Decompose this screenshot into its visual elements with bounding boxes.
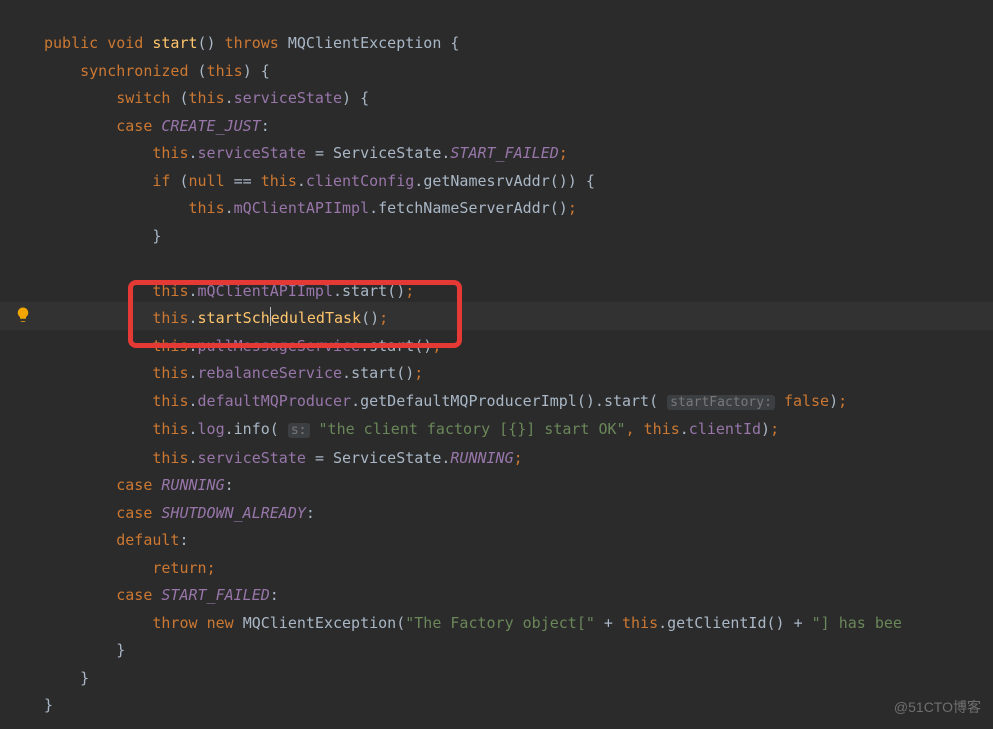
inlay-hint: startFactory: xyxy=(667,395,775,410)
code-line: public void start() throws MQClientExcep… xyxy=(44,30,993,58)
code-line: this.defaultMQProducer.getDefaultMQProdu… xyxy=(44,388,993,417)
code-line xyxy=(44,250,993,278)
code-line: return; xyxy=(44,555,993,583)
code-line: case RUNNING: xyxy=(44,472,993,500)
code-line: synchronized (this) { xyxy=(44,58,993,86)
code-line: throw new MQClientException("The Factory… xyxy=(44,610,993,638)
code-line: this.mQClientAPIImpl.start(); xyxy=(44,278,993,306)
code-line: this.rebalanceService.start(); xyxy=(44,360,993,388)
code-line: this.serviceState = ServiceState.START_F… xyxy=(44,140,993,168)
code-line: this.startScheduledTask(); xyxy=(44,305,993,333)
code-line: } xyxy=(44,637,993,665)
code-line: case START_FAILED: xyxy=(44,582,993,610)
intention-bulb-icon[interactable] xyxy=(14,306,32,324)
inlay-hint: s: xyxy=(288,423,310,438)
code-line: this.log.info( s: "the client factory [{… xyxy=(44,416,993,445)
code-line: case SHUTDOWN_ALREADY: xyxy=(44,500,993,528)
code-line: this.mQClientAPIImpl.fetchNameServerAddr… xyxy=(44,195,993,223)
code-editor[interactable]: public void start() throws MQClientExcep… xyxy=(0,30,993,720)
code-line: default: xyxy=(44,527,993,555)
code-line: this.pullMessageService.start(); xyxy=(44,333,993,361)
code-line: this.serviceState = ServiceState.RUNNING… xyxy=(44,445,993,473)
code-line: } xyxy=(44,692,993,720)
code-line: switch (this.serviceState) { xyxy=(44,85,993,113)
code-line: } xyxy=(44,665,993,693)
code-line: } xyxy=(44,223,993,251)
code-line: if (null == this.clientConfig.getNamesrv… xyxy=(44,168,993,196)
code-line: case CREATE_JUST: xyxy=(44,113,993,141)
